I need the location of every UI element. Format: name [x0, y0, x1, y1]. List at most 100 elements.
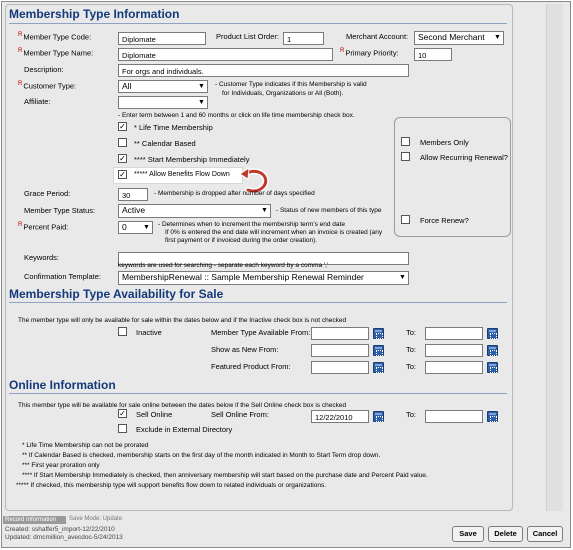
- record-information-tab[interactable]: Record Information: [3, 516, 66, 524]
- confirmation-template-select[interactable]: MembershipRenewal :: Sample Membership R…: [118, 271, 409, 285]
- show-new-to-input[interactable]: [425, 344, 483, 357]
- sell-online-to-label: To:: [406, 410, 417, 419]
- exclude-directory-label: Exclude in External Directory: [136, 425, 233, 434]
- available-from-label: Member Type Available From:: [211, 328, 311, 337]
- inactive-label: Inactive: [136, 328, 162, 337]
- show-new-to-label: To:: [406, 345, 417, 354]
- featured-to-label: To:: [406, 362, 417, 371]
- percent-paid-select[interactable]: 0 ▼: [118, 221, 153, 234]
- delete-button[interactable]: Delete: [488, 526, 523, 542]
- member-type-status-value: Active: [122, 205, 146, 215]
- force-renew-checkbox[interactable]: [401, 215, 410, 224]
- lifetime-membership-label: * Life Time Membership: [134, 123, 213, 132]
- primary-priority-label: RPrimary Priority:: [340, 48, 399, 58]
- sell-online-from-input[interactable]: 12/22/2010: [311, 410, 369, 423]
- product-list-order-input[interactable]: 1: [283, 32, 324, 45]
- grace-period-label: Grace Period:: [24, 189, 71, 198]
- chevron-down-icon: ▼: [494, 34, 501, 41]
- featured-from-label: Featured Product From:: [211, 362, 291, 371]
- start-immediately-checkbox[interactable]: ✓: [118, 154, 127, 163]
- available-from-input[interactable]: [311, 327, 369, 340]
- affiliate-select[interactable]: ▼: [118, 96, 208, 109]
- note-lifetime: * Life Time Membership can not be prorat…: [22, 442, 149, 449]
- recurring-renewal-checkbox[interactable]: [401, 152, 410, 161]
- calendar-icon[interactable]: [373, 362, 384, 373]
- created-info: Created: sshaffer5_import-12/22/2010: [5, 526, 115, 533]
- benefits-flow-down-checkbox[interactable]: ✓: [118, 170, 127, 179]
- scrollbar[interactable]: [546, 4, 563, 511]
- member-type-code-input[interactable]: Diplomate: [118, 32, 206, 45]
- start-immediately-label: **** Start Membership Immediately: [134, 155, 250, 164]
- calendar-icon[interactable]: [487, 411, 498, 422]
- term-hint: - Enter term between 1 and 60 months or …: [118, 112, 355, 119]
- members-only-label: Members Only: [420, 138, 469, 147]
- member-type-status-hint: - Status of new members of this type: [276, 207, 382, 214]
- required-marker: R: [340, 48, 345, 54]
- inactive-checkbox[interactable]: [118, 327, 127, 336]
- sell-online-label: Sell Online: [136, 410, 173, 419]
- cancel-button[interactable]: Cancel: [527, 526, 563, 542]
- recurring-renewal-label: Allow Recurring Renewal?: [420, 153, 508, 162]
- chevron-down-icon: ▼: [198, 99, 205, 106]
- merchant-account-select[interactable]: Second Merchant ▼: [414, 31, 504, 45]
- calendar-icon[interactable]: [487, 328, 498, 339]
- calendar-icon[interactable]: [373, 411, 384, 422]
- note-proration: *** First year proration only: [22, 462, 100, 469]
- section-title-online: Online Information: [9, 378, 116, 392]
- member-type-status-select[interactable]: Active ▼: [118, 204, 271, 218]
- availability-description: The member type will only be available f…: [18, 317, 347, 324]
- chevron-down-icon: ▼: [399, 274, 406, 281]
- updated-info: Updated: dmcmillion_avecdoc-5/24/2013: [5, 534, 123, 541]
- show-new-from-input[interactable]: [311, 344, 369, 357]
- description-input[interactable]: For orgs and individuals.: [118, 64, 409, 77]
- primary-priority-input[interactable]: 10: [414, 48, 452, 61]
- section-title-availability: Membership Type Availability for Sale: [9, 287, 224, 301]
- section-divider: [9, 23, 507, 24]
- grace-period-input[interactable]: 30: [118, 188, 148, 201]
- member-type-name-label: RMember Type Name:: [18, 48, 93, 58]
- calendar-icon[interactable]: [373, 328, 384, 339]
- lifetime-membership-checkbox[interactable]: ✓: [118, 122, 127, 131]
- merchant-account-value: Second Merchant: [418, 32, 485, 42]
- section-divider: [9, 302, 507, 303]
- calendar-based-label: ** Calendar Based: [134, 139, 196, 148]
- available-to-input[interactable]: [425, 327, 483, 340]
- show-new-from-label: Show as New From:: [211, 345, 279, 354]
- product-list-order-label: Product List Order:: [216, 32, 279, 41]
- grace-period-hint: - Membership is dropped after number of …: [154, 190, 315, 197]
- customer-type-label: RCustomer Type:: [18, 81, 76, 91]
- calendar-based-checkbox[interactable]: [118, 138, 127, 147]
- percent-paid-label-text: Percent Paid:: [23, 222, 69, 232]
- sell-online-to-input[interactable]: [425, 410, 483, 423]
- available-to-label: To:: [406, 328, 417, 337]
- member-type-status-label: Member Type Status:: [24, 206, 96, 215]
- customer-type-select[interactable]: All ▼: [118, 80, 208, 93]
- member-type-code-label-text: Member Type Code:: [23, 32, 92, 42]
- keywords-label: Keywords:: [24, 253, 60, 262]
- calendar-icon[interactable]: [487, 345, 498, 356]
- chevron-down-icon: ▼: [198, 83, 205, 90]
- affiliate-label: Affiliate:: [24, 97, 51, 106]
- online-description: This member type will be available for s…: [18, 402, 347, 409]
- save-button[interactable]: Save: [452, 526, 484, 542]
- calendar-icon[interactable]: [487, 362, 498, 373]
- customer-type-value: All: [122, 81, 132, 91]
- members-only-checkbox[interactable]: [401, 137, 410, 146]
- featured-from-input[interactable]: [311, 361, 369, 374]
- calendar-icon[interactable]: [373, 345, 384, 356]
- customer-type-label-text: Customer Type:: [23, 81, 77, 91]
- save-mode-label: Save Mode: Update: [69, 516, 123, 522]
- confirmation-template-label: Confirmation Template:: [24, 272, 101, 281]
- featured-to-input[interactable]: [425, 361, 483, 374]
- member-type-name-label-text: Member Type Name:: [23, 48, 94, 58]
- member-type-name-input[interactable]: Diplomate: [118, 48, 333, 61]
- section-title-type-info: Membership Type Information: [9, 7, 180, 21]
- required-marker: R: [18, 222, 23, 228]
- description-label: Description:: [24, 65, 64, 74]
- exclude-directory-checkbox[interactable]: [118, 424, 127, 433]
- primary-priority-label-text: Primary Priority:: [345, 48, 399, 58]
- percent-paid-value: 0: [122, 222, 127, 232]
- percent-paid-hint-3: first payment or if invoiced during the …: [165, 237, 318, 244]
- sell-online-checkbox[interactable]: ✓: [118, 409, 127, 418]
- percent-paid-label: RPercent Paid:: [18, 222, 68, 232]
